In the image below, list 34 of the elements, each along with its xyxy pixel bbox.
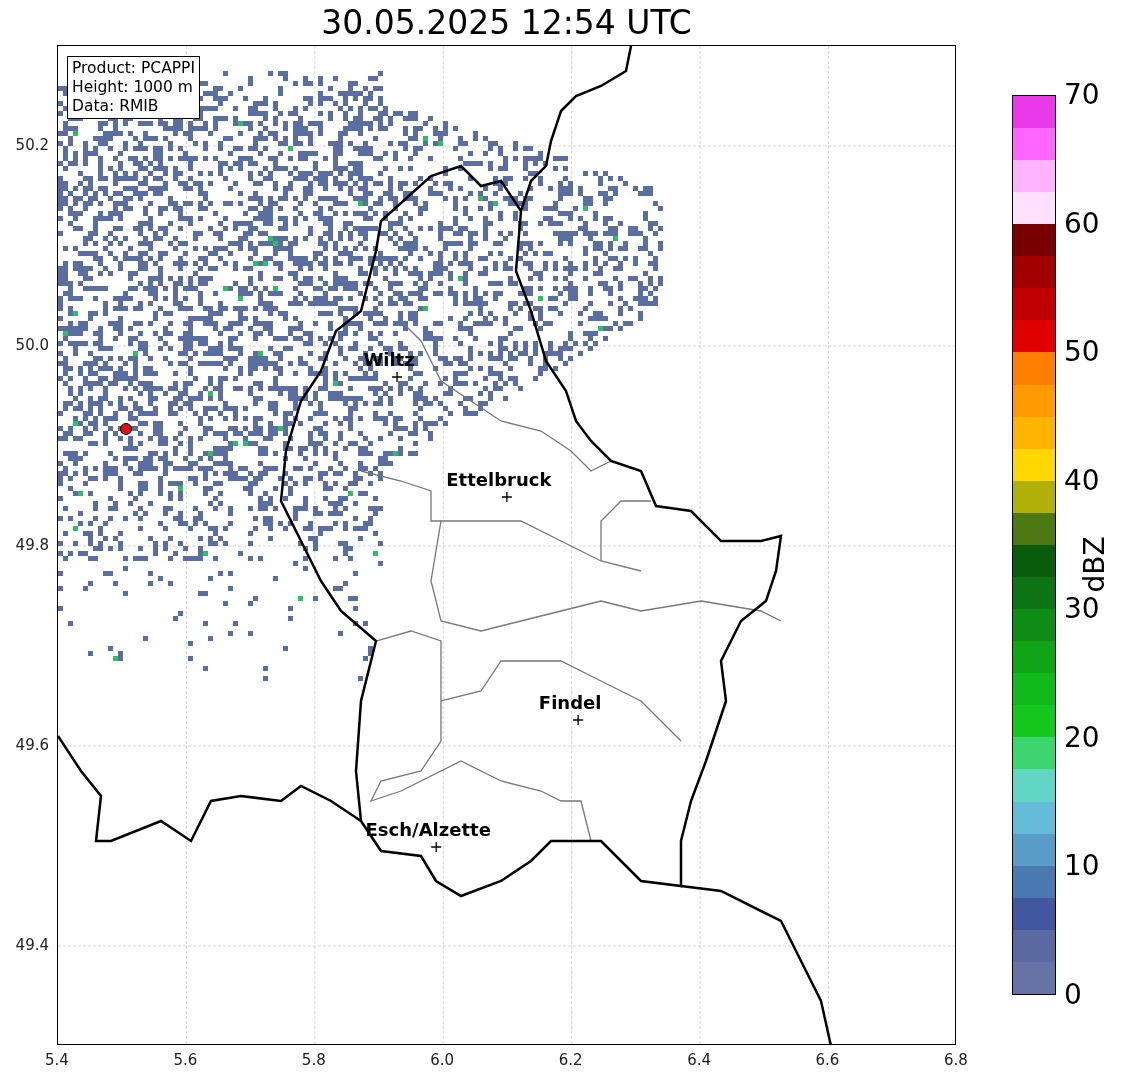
y-tick-label: 50.2 bbox=[15, 136, 49, 154]
y-tick-label: 49.6 bbox=[15, 736, 49, 754]
chart-title: 30.05.2025 12:54 UTC bbox=[320, 2, 693, 44]
city-marker bbox=[572, 714, 584, 726]
city-label: Esch/Alzette bbox=[365, 819, 491, 840]
colorbar-tick-label: 50 bbox=[1064, 338, 1100, 367]
x-tick-label: 6.8 bbox=[944, 1051, 968, 1069]
x-tick-label: 5.6 bbox=[173, 1051, 198, 1069]
colorbar-tick-label: 0 bbox=[1064, 981, 1082, 1009]
colorbar-tick-label: 10 bbox=[1064, 852, 1100, 881]
colorbar-label: dBZ bbox=[1077, 535, 1111, 595]
colorbar-tick-label: 70 bbox=[1064, 81, 1100, 109]
x-tick-label: 5.8 bbox=[301, 1051, 326, 1069]
info-text: Product: PCAPPI bbox=[72, 59, 196, 78]
info-text: Data: RMIB bbox=[72, 97, 160, 116]
x-tick-label: 6.0 bbox=[430, 1051, 455, 1069]
colorbar-tick-label: 40 bbox=[1064, 466, 1100, 495]
city-marker bbox=[430, 841, 442, 853]
city-label: Ettelbruck bbox=[446, 469, 552, 490]
city-marker bbox=[501, 491, 513, 503]
x-tick-label: 6.2 bbox=[558, 1051, 583, 1069]
y-tick-label: 50.0 bbox=[15, 336, 49, 354]
colorbar-tick-label: 20 bbox=[1064, 723, 1100, 752]
x-tick-label: 6.6 bbox=[815, 1051, 840, 1069]
x-tick-label: 6.4 bbox=[687, 1051, 711, 1069]
radar-site-marker bbox=[120, 423, 132, 435]
city-marker bbox=[391, 371, 403, 383]
info-text: Height: 1000 m bbox=[72, 78, 194, 97]
x-tick-label: 5.4 bbox=[45, 1051, 69, 1069]
colorbar-tick-label: 30 bbox=[1064, 595, 1100, 624]
colorbar-tick-label: 60 bbox=[1064, 209, 1100, 238]
city-label: Findel bbox=[538, 692, 602, 713]
y-tick-label: 49.8 bbox=[15, 536, 49, 554]
y-tick-label: 49.4 bbox=[15, 936, 49, 954]
